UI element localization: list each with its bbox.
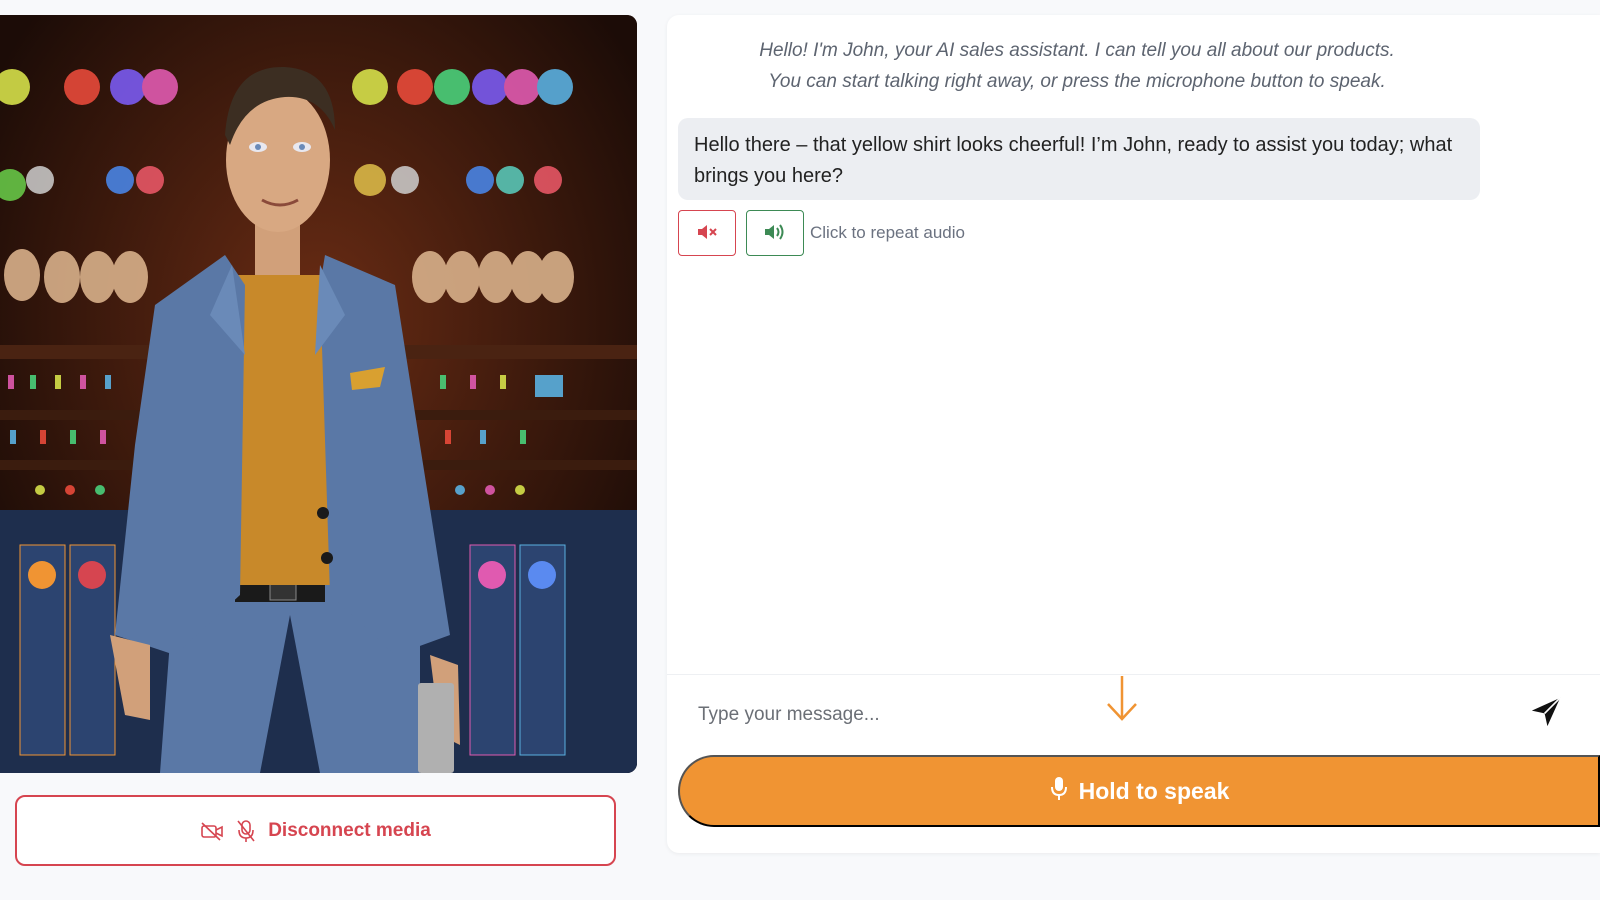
scroll-down-arrow-icon[interactable] [1104, 674, 1140, 724]
repeat-audio-button[interactable] [746, 210, 804, 256]
mic-off-icon [234, 819, 258, 843]
intro-line-1: Hello! I'm John, your AI sales assistant… [759, 40, 1395, 61]
repeat-audio-label: Click to repeat audio [810, 223, 965, 242]
mute-audio-button[interactable] [678, 210, 736, 256]
speaker-volume-icon [763, 223, 787, 244]
send-icon[interactable] [1529, 695, 1563, 729]
message-input[interactable] [682, 694, 1462, 736]
microphone-icon [1049, 775, 1069, 807]
chat-panel: Hello! I'm John, your AI sales assistant… [667, 15, 1600, 853]
audio-controls: Click to repeat audio [678, 210, 965, 256]
intro-line-2: You can start talking right away, or pre… [768, 71, 1386, 92]
disconnect-media-button[interactable]: Disconnect media [15, 795, 616, 866]
avatar-video [0, 15, 637, 773]
hold-to-speak-label: Hold to speak [1078, 777, 1230, 804]
avatar-figure [110, 66, 460, 773]
speaker-mute-icon [696, 223, 718, 244]
video-off-icon [200, 819, 224, 843]
assistant-message-bubble: Hello there – that yellow shirt looks ch… [678, 118, 1480, 200]
disconnect-media-label: Disconnect media [268, 819, 431, 841]
hold-to-speak-button[interactable]: Hold to speak [678, 755, 1600, 827]
assistant-intro: Hello! I'm John, your AI sales assistant… [667, 35, 1487, 97]
